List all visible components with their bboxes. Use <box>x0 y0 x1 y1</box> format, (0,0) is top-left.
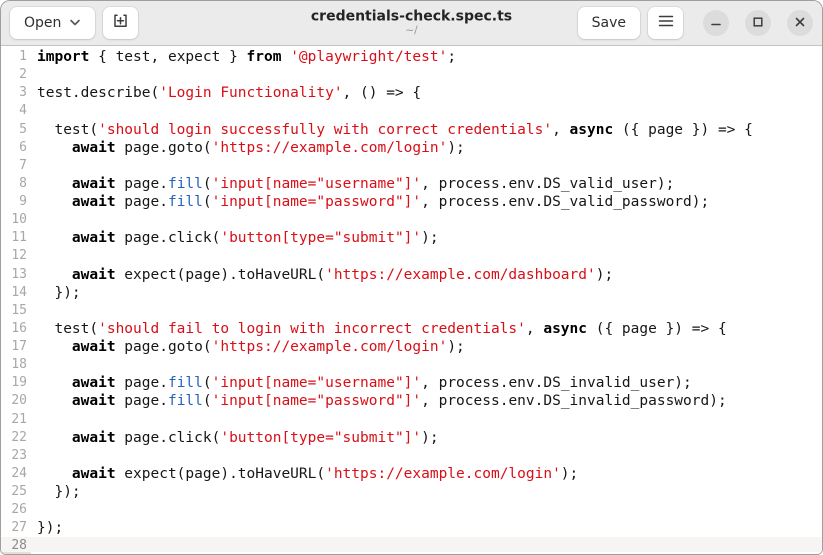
code-text: await expect(page).toHaveURL('https://ex… <box>37 465 578 483</box>
code-text: test('should fail to login with incorrec… <box>37 320 727 338</box>
line-number: 23 <box>1 447 37 465</box>
window-controls <box>703 10 813 36</box>
code-line[interactable]: 26 <box>1 501 822 519</box>
line-number: 8 <box>1 175 37 193</box>
line-number: 4 <box>1 102 37 120</box>
line-number: 24 <box>1 465 37 483</box>
code-text: await page.click('button[type="submit"]'… <box>37 429 439 447</box>
main-menu-button[interactable] <box>648 7 683 39</box>
code-line[interactable]: 16 test('should fail to login with incor… <box>1 320 822 338</box>
code-text: test.describe('Login Functionality', () … <box>37 84 421 102</box>
line-number: 5 <box>1 121 37 139</box>
document-path: ~/ <box>311 25 512 37</box>
code-line[interactable]: 27}); <box>1 519 822 537</box>
code-line[interactable]: 22 await page.click('button[type="submit… <box>1 429 822 447</box>
line-number: 7 <box>1 157 37 175</box>
line-number: 25 <box>1 483 37 501</box>
code-line[interactable]: 23 <box>1 447 822 465</box>
line-number: 9 <box>1 193 37 211</box>
code-text: }); <box>37 519 63 537</box>
code-text: await page.fill('input[name="username"]'… <box>37 374 692 392</box>
tab-new-icon <box>112 13 129 33</box>
code-text: }); <box>37 284 81 302</box>
line-number: 3 <box>1 84 37 102</box>
line-number: 26 <box>1 501 37 519</box>
code-line[interactable]: 2 <box>1 66 822 84</box>
line-number: 20 <box>1 392 37 410</box>
code-text: await page.click('button[type="submit"]'… <box>37 229 439 247</box>
code-line[interactable]: 17 await page.goto('https://example.com/… <box>1 338 822 356</box>
header-left-group: Open <box>10 7 138 39</box>
window-title-box: credentials-check.spec.ts ~/ <box>311 9 512 36</box>
code-line[interactable]: 21 <box>1 411 822 429</box>
code-line[interactable]: 5 test('should login successfully with c… <box>1 121 822 139</box>
code-text: await page.goto('https://example.com/log… <box>37 338 465 356</box>
minimize-icon <box>710 16 722 31</box>
close-button[interactable] <box>787 10 813 36</box>
code-text: await page.fill('input[name="password"]'… <box>37 193 709 211</box>
line-number: 15 <box>1 302 37 320</box>
line-number: 6 <box>1 139 37 157</box>
code-lines: 1import { test, expect } from '@playwrig… <box>1 48 822 555</box>
close-icon <box>794 16 806 31</box>
line-number: 1 <box>1 48 37 66</box>
line-number: 2 <box>1 66 37 84</box>
open-button-label: Open <box>24 15 61 31</box>
line-number: 14 <box>1 284 37 302</box>
line-number: 11 <box>1 229 37 247</box>
hamburger-menu-icon <box>658 15 674 31</box>
code-line[interactable]: 6 await page.goto('https://example.com/l… <box>1 139 822 157</box>
code-line[interactable]: 13 await expect(page).toHaveURL('https:/… <box>1 266 822 284</box>
code-line[interactable]: 11 await page.click('button[type="submit… <box>1 229 822 247</box>
line-number: 16 <box>1 320 37 338</box>
code-line[interactable]: 20 await page.fill('input[name="password… <box>1 392 822 410</box>
code-line[interactable]: 10 <box>1 211 822 229</box>
code-line[interactable]: 14 }); <box>1 284 822 302</box>
code-line[interactable]: 25 }); <box>1 483 822 501</box>
header-right-group: Save <box>578 7 813 39</box>
minimize-button[interactable] <box>703 10 729 36</box>
code-line[interactable]: 24 await expect(page).toHaveURL('https:/… <box>1 465 822 483</box>
code-line[interactable]: 15 <box>1 302 822 320</box>
code-text: import { test, expect } from '@playwrigh… <box>37 48 456 66</box>
line-number: 21 <box>1 411 37 429</box>
line-number: 12 <box>1 247 37 265</box>
line-number: 22 <box>1 429 37 447</box>
code-line[interactable]: 9 await page.fill('input[name="password"… <box>1 193 822 211</box>
line-number: 27 <box>1 519 37 537</box>
line-number: 18 <box>1 356 37 374</box>
maximize-button[interactable] <box>745 10 771 36</box>
code-line[interactable]: 19 await page.fill('input[name="username… <box>1 374 822 392</box>
code-text: await expect(page).toHaveURL('https://ex… <box>37 266 613 284</box>
code-line[interactable]: 8 await page.fill('input[name="username"… <box>1 175 822 193</box>
new-tab-button[interactable] <box>103 7 138 39</box>
save-button[interactable]: Save <box>578 7 640 39</box>
headerbar: Open credentials-check.spec.ts ~/ Save <box>1 1 822 46</box>
line-number: 10 <box>1 211 37 229</box>
code-text: test('should login successfully with cor… <box>37 121 753 139</box>
code-line[interactable]: 1import { test, expect } from '@playwrig… <box>1 48 822 66</box>
code-line[interactable]: 3test.describe('Login Functionality', ()… <box>1 84 822 102</box>
chevron-down-icon <box>69 15 81 31</box>
text-area[interactable]: 1import { test, expect } from '@playwrig… <box>1 46 822 555</box>
document-title: credentials-check.spec.ts <box>311 9 512 25</box>
code-text: await page.goto('https://example.com/log… <box>37 139 465 157</box>
line-number: 19 <box>1 374 37 392</box>
code-text: await page.fill('input[name="username"]'… <box>37 175 674 193</box>
code-line[interactable]: 7 <box>1 157 822 175</box>
line-number: 13 <box>1 266 37 284</box>
code-text: }); <box>37 483 81 501</box>
code-line[interactable]: 4 <box>1 102 822 120</box>
code-line[interactable]: 18 <box>1 356 822 374</box>
text-editor-window: Open credentials-check.spec.ts ~/ Save <box>0 0 823 555</box>
code-text: await page.fill('input[name="password"]'… <box>37 392 727 410</box>
maximize-icon <box>752 16 764 31</box>
line-number: 17 <box>1 338 37 356</box>
open-button[interactable]: Open <box>10 7 95 39</box>
code-line[interactable]: 12 <box>1 247 822 265</box>
